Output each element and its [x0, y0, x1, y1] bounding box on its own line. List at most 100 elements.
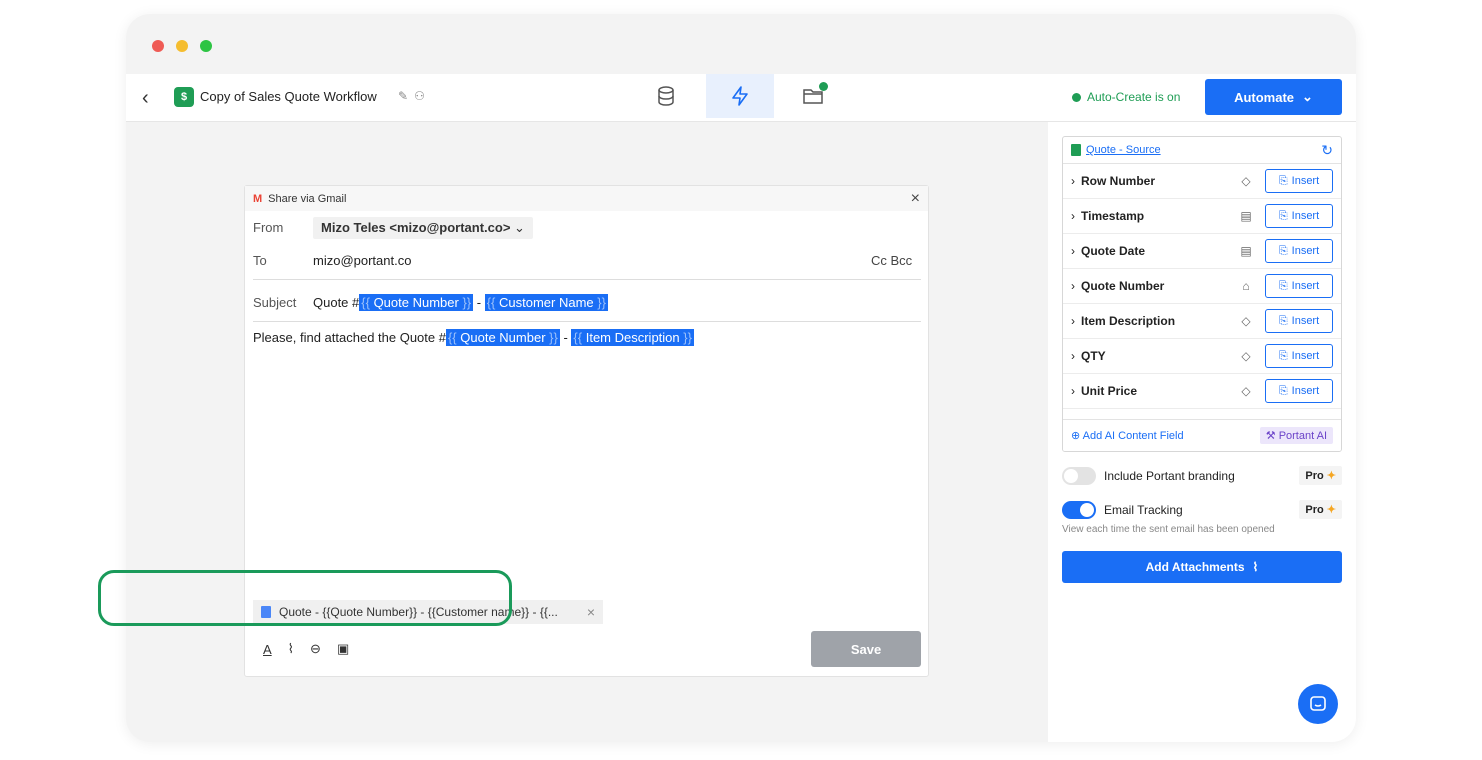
- lock-icon: ⌂: [1242, 279, 1250, 293]
- chevron-right-icon[interactable]: ›: [1071, 384, 1075, 398]
- field-row[interactable]: › Item Description ◇ ⎘ Insert: [1063, 304, 1341, 339]
- share-icon[interactable]: ⚇: [414, 89, 431, 103]
- chevron-right-icon[interactable]: ›: [1071, 209, 1075, 223]
- variable-tag[interactable]: {{ Quote Number }}: [445, 329, 560, 346]
- close-icon[interactable]: ×: [911, 190, 920, 208]
- source-link[interactable]: Quote - Source: [1086, 144, 1161, 156]
- field-row[interactable]: › Row Number ◇ ⎘ Insert: [1063, 164, 1341, 199]
- chevron-down-icon: ⌄: [514, 220, 525, 235]
- chat-support-button[interactable]: [1298, 684, 1338, 724]
- insert-button[interactable]: ⎘ Insert: [1265, 239, 1333, 263]
- field-row[interactable]: › QTY ◇ ⎘ Insert: [1063, 339, 1341, 374]
- tracking-label: Email Tracking: [1104, 502, 1183, 517]
- paperclip-icon: ⌇: [1252, 560, 1259, 574]
- save-button[interactable]: Save: [811, 631, 921, 667]
- cc-link[interactable]: Cc: [871, 253, 887, 268]
- back-chevron-icon[interactable]: ‹: [142, 88, 160, 108]
- pro-badge: Pro ✦: [1299, 466, 1342, 485]
- variable-tag[interactable]: {{ Item Description }}: [571, 329, 694, 346]
- variable-tag[interactable]: {{ Quote Number }}: [359, 294, 474, 311]
- status-dot-icon: [1072, 92, 1081, 102]
- to-field[interactable]: mizo@portant.co: [313, 253, 411, 268]
- tag-icon: ◇: [1241, 349, 1251, 363]
- field-label: QTY: [1081, 349, 1106, 363]
- field-row[interactable]: › Unit Price ◇ ⎘ Insert: [1063, 374, 1341, 409]
- insert-button[interactable]: ⎘ Insert: [1265, 344, 1333, 368]
- bcc-link[interactable]: Bcc: [891, 253, 913, 268]
- maximize-window-dot[interactable]: [200, 40, 212, 52]
- clipboard-icon: ⎘: [1278, 244, 1288, 257]
- subject-text: Quote #: [313, 295, 360, 310]
- body-text: Please, find attached the Quote #: [253, 330, 446, 345]
- remove-attachment-icon[interactable]: ×: [587, 604, 595, 620]
- refresh-icon[interactable]: ↻: [1321, 142, 1333, 159]
- add-attachments-button[interactable]: Add Attachments ⌇: [1062, 551, 1342, 583]
- email-body[interactable]: Please, find attached the Quote #{{ Quot…: [253, 329, 694, 346]
- text-format-icon[interactable]: A: [263, 642, 272, 657]
- notification-dot: [819, 82, 828, 91]
- insert-button[interactable]: ⎘ Insert: [1265, 379, 1333, 403]
- insert-label: Insert: [1291, 245, 1320, 257]
- database-icon: [658, 86, 674, 106]
- chevron-right-icon[interactable]: ›: [1071, 174, 1075, 188]
- tab-automation[interactable]: [706, 74, 774, 118]
- minimize-window-dot[interactable]: [176, 40, 188, 52]
- gmail-icon: M: [253, 192, 263, 205]
- subject-row[interactable]: Subject Quote #{{ Quote Number }} - {{ Cu…: [253, 294, 608, 311]
- sparkle-icon: ✦: [1326, 504, 1336, 516]
- from-value: Mizo Teles <mizo@portant.co>: [321, 220, 511, 235]
- insert-button[interactable]: ⎘ Insert: [1265, 309, 1333, 333]
- field-label: Quote Date: [1081, 244, 1146, 258]
- app-window: ‹ $ Copy of Sales Quote Workflow ✎⚇ Auto…: [126, 14, 1356, 742]
- window-controls: [152, 40, 212, 52]
- clipboard-icon: ⎘: [1278, 349, 1288, 362]
- branding-toggle[interactable]: [1062, 466, 1096, 485]
- chevron-right-icon[interactable]: ›: [1071, 314, 1075, 328]
- field-label: Timestamp: [1081, 209, 1145, 223]
- tag-icon: ◇: [1241, 174, 1251, 188]
- chat-icon: [1310, 696, 1326, 711]
- field-row[interactable]: › Quote Date ▤ ⎘ Insert: [1063, 234, 1341, 269]
- edit-pencil-icon[interactable]: ✎: [398, 89, 414, 103]
- portant-ai-badge[interactable]: ⚒ Portant AI: [1259, 427, 1333, 444]
- divider: [253, 321, 921, 322]
- branding-setting: Include Portant branding Pro ✦: [1062, 466, 1342, 485]
- sales-app-icon: $: [174, 87, 194, 107]
- auto-create-status: Auto-Create is on: [1072, 90, 1180, 104]
- subject-label: Subject: [253, 295, 297, 310]
- separator: -: [563, 330, 568, 345]
- tab-outputs[interactable]: [780, 74, 848, 118]
- field-list: › Row Number ◇ ⎘ Insert › Timestamp ▤ ⎘ Insert › Qu…: [1063, 164, 1341, 409]
- tracking-toggle[interactable]: [1062, 500, 1096, 519]
- link-icon[interactable]: ⊖: [310, 641, 321, 657]
- add-ai-field-link[interactable]: ⊕ Add AI Content Field: [1071, 429, 1184, 442]
- insert-label: Insert: [1291, 315, 1320, 327]
- divider: [253, 279, 921, 280]
- to-label: To: [253, 253, 267, 268]
- insert-button[interactable]: ⎘ Insert: [1265, 274, 1333, 298]
- field-row[interactable]: › Quote Number ⌂ ⎘ Insert: [1063, 269, 1341, 304]
- source-footer: ⊕ Add AI Content Field ⚒ Portant AI: [1063, 419, 1341, 451]
- image-icon[interactable]: ▣: [337, 641, 349, 657]
- insert-button[interactable]: ⎘ Insert: [1265, 204, 1333, 228]
- insert-button[interactable]: ⎘ Insert: [1265, 169, 1333, 193]
- field-label: Unit Price: [1081, 384, 1138, 398]
- chevron-right-icon[interactable]: ›: [1071, 349, 1075, 363]
- automate-button[interactable]: Automate ⌄: [1205, 79, 1342, 115]
- paperclip-icon[interactable]: ⌇: [288, 641, 294, 657]
- from-select[interactable]: Mizo Teles <mizo@portant.co> ⌄: [313, 217, 533, 239]
- chevron-right-icon[interactable]: ›: [1071, 279, 1075, 293]
- calendar-icon: ▤: [1240, 244, 1252, 258]
- pro-badge: Pro ✦: [1299, 500, 1342, 519]
- lightning-icon: [732, 86, 748, 106]
- close-window-dot[interactable]: [152, 40, 164, 52]
- from-row: From: [253, 220, 313, 235]
- tab-data-source[interactable]: [632, 74, 700, 118]
- chevron-right-icon[interactable]: ›: [1071, 244, 1075, 258]
- tracking-setting: Email Tracking Pro ✦: [1062, 500, 1342, 519]
- source-fields-box: Quote - Source ↻ › Row Number ◇ ⎘ Insert › Tim…: [1062, 136, 1342, 452]
- insert-label: Insert: [1291, 385, 1320, 397]
- field-row[interactable]: › Timestamp ▤ ⎘ Insert: [1063, 199, 1341, 234]
- variable-tag[interactable]: {{ Customer Name }}: [484, 294, 608, 311]
- automate-label: Automate: [1234, 89, 1295, 105]
